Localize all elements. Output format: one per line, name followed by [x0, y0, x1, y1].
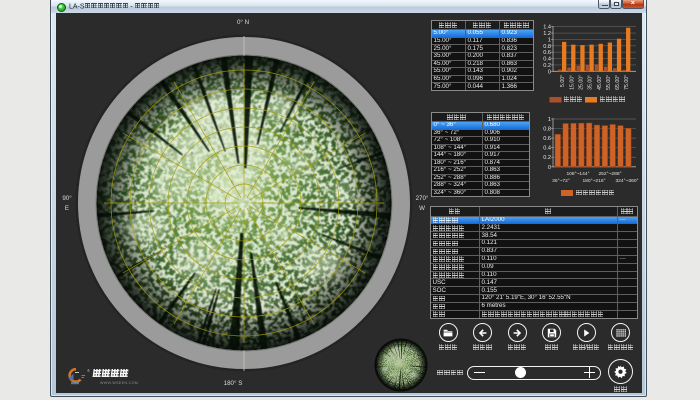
svg-text:1: 1: [548, 117, 551, 123]
svg-text:1: 1: [548, 37, 551, 43]
svg-text:5.00°: 5.00°: [560, 75, 566, 87]
svg-text:0.8: 0.8: [543, 44, 551, 50]
svg-text:0.4: 0.4: [543, 57, 551, 63]
svg-text:0.6: 0.6: [543, 50, 551, 56]
svg-text:0.2: 0.2: [543, 155, 551, 161]
svg-text:0.8: 0.8: [543, 127, 551, 133]
svg-text:45.00°: 45.00°: [597, 75, 603, 90]
svg-text:15.00°: 15.00°: [569, 75, 575, 90]
svg-text:0.6: 0.6: [543, 136, 551, 142]
svg-text:65.00°: 65.00°: [615, 75, 621, 90]
svg-text:35.00°: 35.00°: [588, 75, 594, 90]
svg-text:0.2: 0.2: [543, 63, 551, 69]
svg-text:1.2: 1.2: [543, 31, 551, 37]
svg-text:55.00°: 55.00°: [606, 75, 612, 90]
svg-text:25.00°: 25.00°: [579, 75, 585, 90]
svg-text:0: 0: [548, 165, 551, 171]
svg-text:75.00°: 75.00°: [624, 75, 630, 90]
svg-text:1.4: 1.4: [543, 25, 551, 31]
svg-text:0.4: 0.4: [543, 146, 551, 152]
svg-text:0: 0: [548, 69, 551, 75]
